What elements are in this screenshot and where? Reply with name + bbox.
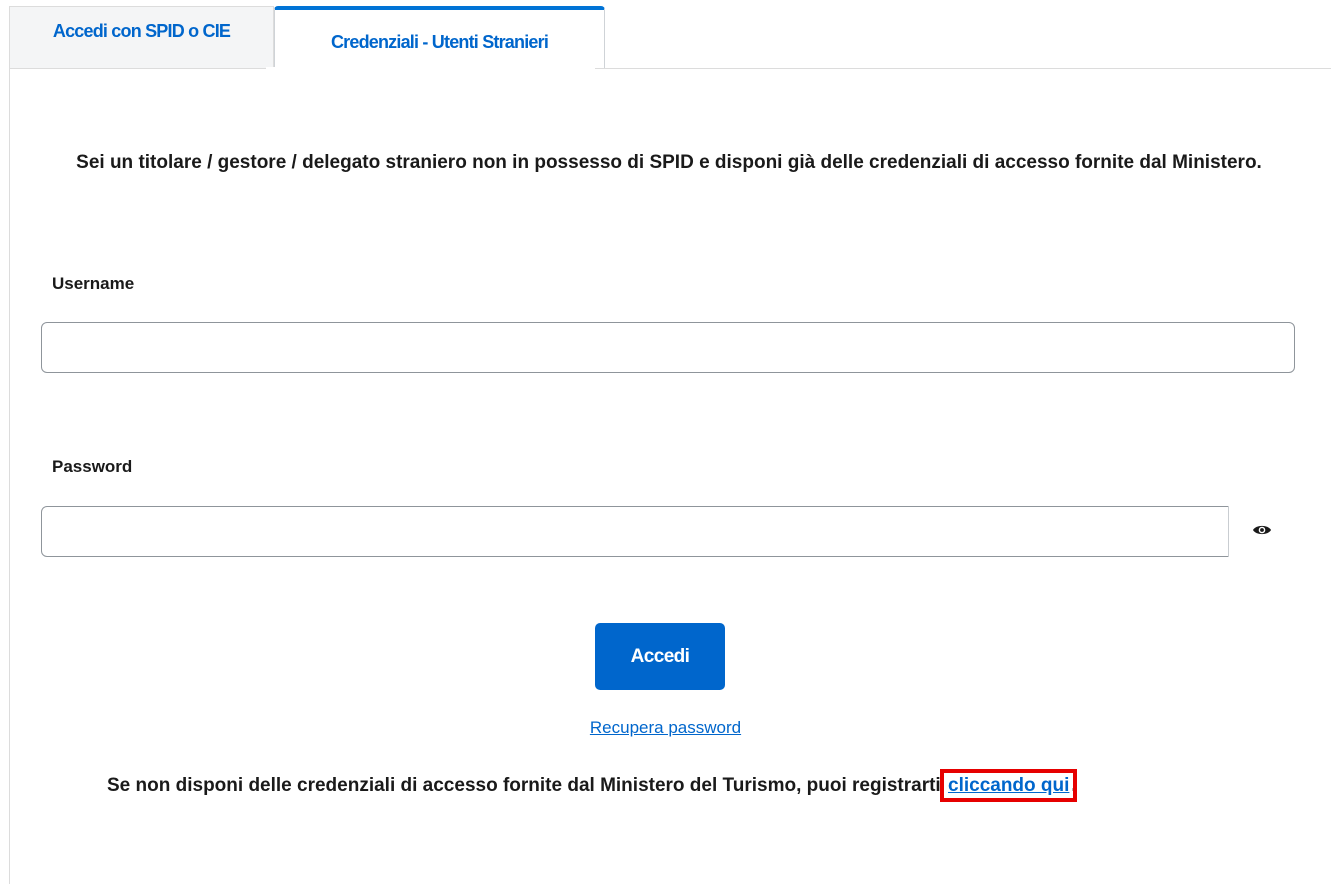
tab-panel bbox=[9, 68, 1331, 884]
username-label: Username bbox=[52, 274, 135, 293]
login-tabs: Accedi con SPID o CIE Credenziali - Uten… bbox=[9, 6, 1331, 69]
register-link[interactable]: cliccando qui bbox=[939, 769, 1078, 802]
eye-icon bbox=[1252, 523, 1272, 540]
password-input[interactable] bbox=[41, 506, 1229, 557]
show-password-button[interactable] bbox=[1228, 506, 1295, 557]
register-text-suffix: . bbox=[1071, 775, 1077, 796]
login-button[interactable]: Accedi bbox=[595, 623, 725, 690]
password-label: Password bbox=[52, 457, 133, 476]
tab-foreign-users[interactable]: Credenziali - Utenti Stranieri bbox=[274, 6, 605, 69]
username-input[interactable] bbox=[41, 322, 1295, 373]
tab-spid-cie[interactable]: Accedi con SPID o CIE bbox=[9, 6, 274, 68]
register-text-prefix: Se non disponi delle credenziali di acce… bbox=[107, 775, 946, 796]
intro-text: Sei un titolare / gestore / delegato str… bbox=[76, 152, 1262, 173]
register-text: Se non disponi delle credenziali di acce… bbox=[107, 769, 1267, 802]
recover-password-link[interactable]: Recupera password bbox=[0, 718, 1331, 738]
active-tab-gap bbox=[266, 67, 595, 69]
